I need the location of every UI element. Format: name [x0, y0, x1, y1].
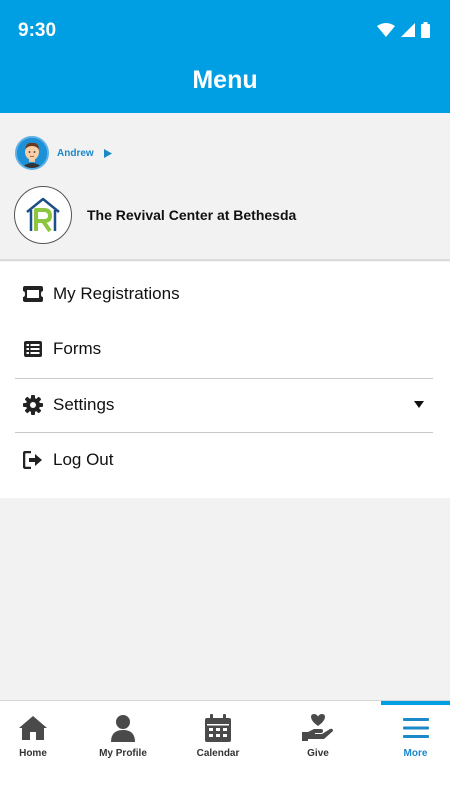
tab-calendar[interactable]: Calendar — [185, 701, 251, 800]
give-icon — [302, 713, 334, 743]
home-icon — [18, 713, 48, 743]
menu-item-my-registrations[interactable]: My Registrations — [0, 266, 450, 321]
calendar-icon — [205, 713, 231, 743]
user-name-link[interactable]: Andrew — [57, 148, 94, 159]
tab-more[interactable]: More — [381, 701, 450, 800]
menu-item-log-out[interactable]: Log Out — [0, 432, 450, 487]
tab-label: Home — [19, 748, 47, 759]
tab-home[interactable]: Home — [0, 701, 66, 800]
person-icon — [110, 713, 136, 743]
menu-item-label: Log Out — [53, 449, 114, 469]
battery-icon — [421, 22, 430, 38]
play-arrow-icon[interactable] — [103, 148, 112, 158]
bottom-tab-bar: Home My Profile Calendar Give More — [0, 700, 450, 800]
app-header: Menu — [0, 60, 450, 113]
avatar-face-icon — [17, 138, 47, 168]
status-bar: 9:30 — [0, 0, 450, 60]
list-icon — [22, 338, 44, 360]
caret-down-icon[interactable] — [414, 401, 424, 408]
status-icons — [377, 22, 430, 38]
church-logo[interactable] — [14, 186, 72, 244]
menu-item-forms[interactable]: Forms — [0, 321, 450, 376]
status-time: 9:30 — [18, 20, 57, 41]
tab-label: My Profile — [99, 748, 147, 759]
gear-icon — [22, 394, 44, 416]
profile-section: Andrew The Revival Center at Bethesda — [0, 113, 450, 261]
church-name[interactable]: The Revival Center at Bethesda — [87, 207, 296, 223]
church-row[interactable]: The Revival Center at Bethesda — [14, 186, 296, 244]
tab-label: Calendar — [196, 748, 240, 759]
logout-icon — [22, 449, 44, 471]
menu-item-label: Settings — [53, 394, 115, 414]
tab-label: Give — [307, 748, 329, 759]
wifi-icon — [377, 23, 395, 37]
user-row[interactable]: Andrew — [15, 135, 112, 171]
avatar[interactable] — [15, 136, 49, 170]
signal-icon — [401, 23, 415, 37]
tab-label: More — [403, 748, 428, 759]
menu-item-settings[interactable]: Settings — [0, 377, 450, 432]
menu-item-label: My Registrations — [53, 283, 180, 303]
page-title: Menu — [192, 66, 258, 94]
menu-list: My Registrations Forms Settings Log Out — [0, 262, 450, 498]
tab-my-profile[interactable]: My Profile — [87, 701, 159, 800]
hamburger-icon — [402, 713, 429, 743]
menu-item-label: Forms — [53, 338, 102, 358]
church-house-logo-icon — [26, 197, 60, 233]
tab-give[interactable]: Give — [285, 701, 351, 800]
ticket-icon — [22, 283, 44, 305]
